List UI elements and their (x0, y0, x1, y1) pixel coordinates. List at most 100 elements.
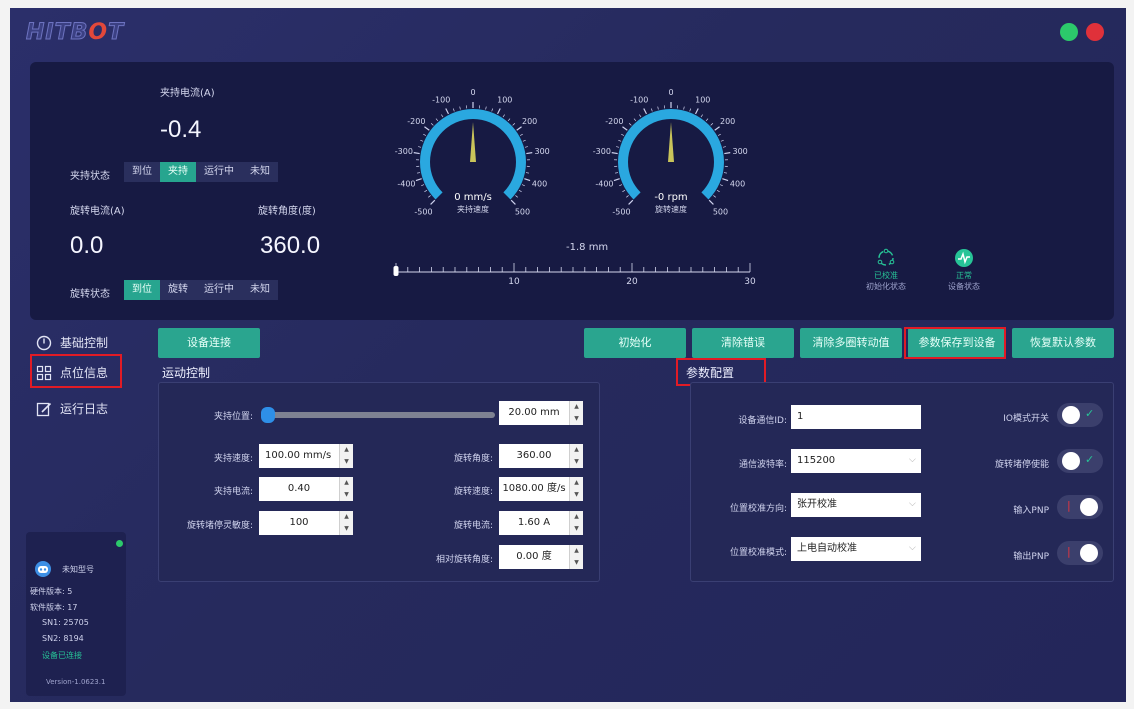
stall-sens-stepper[interactable]: ▲ ▼ (339, 511, 353, 535)
rel-angle-stepper[interactable]: ▲ ▼ (569, 545, 583, 569)
rot-angle-input[interactable]: 360.00 (499, 444, 569, 468)
grip-gauge-tick-label: -300 (395, 147, 413, 156)
grip-gauge-tick (430, 123, 434, 126)
grip-gauge-tick (423, 133, 427, 136)
close-button[interactable] (1086, 23, 1104, 41)
nav-basic-control[interactable]: 基础控制 (36, 334, 108, 351)
minimize-button[interactable] (1060, 23, 1078, 41)
nav-point-info-label: 点位信息 (60, 366, 109, 380)
grip-gauge-tick (521, 184, 525, 187)
toggle-knob (1062, 406, 1080, 424)
grip-gauge-tick (420, 139, 424, 142)
rot-current-input[interactable]: 1.60 A (499, 511, 569, 535)
calib-mode-select[interactable]: 上电自动校准 (791, 537, 921, 561)
nav-point-info[interactable]: 点位信息 (36, 364, 108, 381)
init-button[interactable]: 初始化 (584, 328, 686, 358)
status-panel: 夹持电流(A) -0.4 夹持状态 到位 夹持 运行中 未知 旋转电流(A) 旋… (30, 62, 1114, 320)
rot-current-stepper[interactable]: ▲ ▼ (569, 511, 583, 535)
grip-current-stepper[interactable]: ▲ ▼ (339, 477, 353, 501)
grip-gauge-tick (525, 172, 529, 174)
clear-error-button[interactable]: 清除错误 (692, 328, 794, 358)
grip-gauge-tick (413, 152, 420, 155)
grip-gauge-tick-label: -500 (414, 207, 432, 216)
rot-gauge-tick-label: -300 (593, 147, 611, 156)
chevron-down-icon: ⌵ (909, 455, 916, 465)
grip-gauge-tick (512, 123, 516, 126)
params-box: 设备通信ID: 1 通信波特率: 115200 ⌵ 位置校准方向: 张开校准 ⌵… (690, 382, 1114, 582)
clear-turns-button[interactable]: 清除多圈转动值 (800, 328, 902, 358)
toggle-knob (1080, 544, 1098, 562)
nav-run-log-label: 运行日志 (60, 402, 109, 416)
grip-gauge-tick-label: 0 (470, 88, 475, 97)
rot-gauge-tick (626, 195, 629, 198)
check-icon: ✓ (1085, 407, 1095, 420)
grip-gauge-tick (417, 172, 421, 174)
rot-gauge-tick (622, 126, 628, 131)
grip-gauge-tick (435, 118, 439, 122)
baud-select[interactable]: 115200 (791, 449, 921, 473)
rot-gauge-tick (700, 114, 703, 118)
grip-pos-label: 夹持位置: (213, 412, 253, 422)
rot-gauge-tick (724, 152, 731, 155)
grip-state-2: 运行中 (204, 166, 234, 177)
rot-gauge-tick (723, 172, 727, 174)
rot-speed-input[interactable]: 1080.00 度/s (499, 477, 569, 501)
edit-icon (36, 402, 52, 416)
rot-state-0: 到位 (124, 280, 160, 300)
grip-gauge-tick-label: 400 (532, 180, 547, 189)
rot-gauge-tick-label: 300 (732, 147, 747, 156)
grip-pos-stepper[interactable]: ▲ ▼ (569, 401, 583, 425)
grip-gauge-tick (524, 146, 528, 148)
device-connect-button[interactable]: 设备连接 (158, 328, 260, 358)
rot-gauge-needle (668, 122, 674, 162)
rel-angle-input[interactable]: 0.00 度 (499, 545, 569, 569)
check-icon: ✓ (1085, 453, 1095, 466)
connection-status: 设备已连接 (42, 651, 82, 660)
grip-pos-slider[interactable] (263, 412, 495, 418)
io-mode-toggle[interactable]: ✓ (1057, 403, 1103, 427)
output-pnp-toggle[interactable]: | (1057, 541, 1103, 565)
grip-current-input[interactable]: 0.40 (259, 477, 339, 501)
rot-gauge-tick-label: -500 (612, 207, 630, 216)
calib-dir-label: 位置校准方向: (729, 504, 787, 514)
robot-icon (35, 561, 51, 577)
stall-sens-input[interactable]: 100 (259, 511, 339, 535)
grip-speed-label: 夹持速度 (457, 205, 489, 214)
device-status-label: 设备状态 (948, 282, 980, 291)
output-pnp-label: 输出PNP (1013, 552, 1049, 562)
restore-default-button[interactable]: 恢复默认参数 (1012, 328, 1114, 358)
rot-gauge-tick (621, 133, 625, 136)
rot-state-3: 未知 (250, 284, 270, 295)
grip-speed-input[interactable]: 100.00 mm/s (259, 444, 339, 468)
grip-gauge-tick-label: -100 (432, 96, 450, 105)
rot-state-2: 运行中 (204, 284, 234, 295)
grip-gauge-tick (421, 184, 425, 187)
rot-gauge-tick (657, 106, 659, 110)
grip-gauge-tick (519, 133, 523, 136)
stall-enable-toggle[interactable]: ✓ (1057, 449, 1103, 473)
grip-pos-input[interactable]: 20.00 mm (499, 401, 569, 425)
rot-state-1: 旋转 (168, 284, 188, 295)
rot-gauge-tick (705, 118, 709, 122)
rot-gauge-tick (622, 189, 626, 193)
grip-speed-value: 0 mm/s (454, 192, 492, 203)
grip-gauge-tick-label: 100 (497, 96, 512, 105)
input-pnp-toggle[interactable]: | (1057, 495, 1103, 519)
nav-run-log[interactable]: 运行日志 (36, 400, 108, 417)
comm-id-input[interactable]: 1 (791, 405, 921, 429)
rot-gauge-tick (719, 184, 723, 187)
grip-gauge-tick-label: 500 (515, 207, 530, 216)
rot-speed-value: -0 rpm (654, 192, 688, 203)
rot-speed-stepper[interactable]: ▲ ▼ (569, 477, 583, 501)
hitbot-logo: HITBOT (25, 20, 125, 46)
baud-label: 通信波特率: (738, 460, 787, 470)
grip-speed-stepper[interactable]: ▲ ▼ (339, 444, 353, 468)
rot-angle-stepper[interactable]: ▲ ▼ (569, 444, 583, 468)
position-ruler: 10 20 30 (393, 263, 756, 287)
calib-dir-select[interactable]: 张开校准 (791, 493, 921, 517)
ruler-label: 10 (508, 277, 520, 287)
grip-gauge-tick (524, 178, 531, 182)
grip-pos-slider-handle[interactable] (261, 407, 275, 423)
toggle-knob (1080, 498, 1098, 516)
off-bar-icon: | (1067, 545, 1071, 558)
